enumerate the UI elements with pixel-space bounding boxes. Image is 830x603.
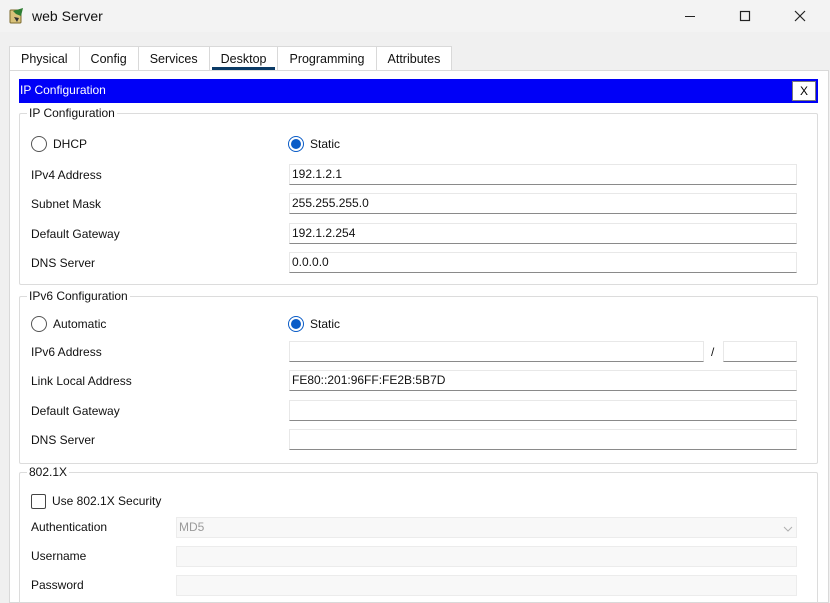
chevron-down-icon [783,522,793,536]
dot1x-section-label: 802.1X [27,465,70,479]
ipv4-section-label: IP Configuration [27,106,117,120]
password-label: Password [31,578,84,592]
ip-configuration-close-button[interactable]: X [792,81,816,101]
title-bar: web Server [0,0,830,32]
ipv4-address-label: IPv4 Address [31,168,102,182]
maximize-button[interactable] [719,0,771,32]
close-button[interactable] [774,0,826,32]
ipv6-section-label: IPv6 Configuration [27,289,130,303]
dhcp-label: DHCP [53,137,88,151]
ipv6-address-field[interactable] [289,341,704,362]
ipv6-address-label: IPv6 Address [31,345,102,359]
ipv4-gateway-field[interactable]: 192.1.2.254 [289,223,797,244]
ipv6-static-radio[interactable] [288,316,304,332]
ipv4-static-label: Static [310,137,341,151]
ipv6-automatic-radio[interactable] [31,316,47,332]
link-local-label: Link Local Address [31,374,132,388]
password-field[interactable] [176,575,797,596]
close-icon [794,10,806,22]
use-8021x-label: Use 802.1X Security [52,494,162,508]
ipv6-gateway-field[interactable] [289,400,797,421]
authentication-select[interactable]: MD5 [176,517,797,538]
tab-physical[interactable]: Physical [9,46,79,70]
prefix-separator: / [711,345,715,359]
ipv4-dns-label: DNS Server [31,256,96,270]
tab-programming[interactable]: Programming [277,46,376,70]
username-label: Username [31,549,87,563]
username-field[interactable] [176,546,797,567]
tab-desktop[interactable]: Desktop [208,46,278,70]
authentication-label: Authentication [31,520,108,534]
ipv6-automatic-label: Automatic [53,317,107,331]
desktop-tab-panel: IP Configuration X IP Configuration DHCP… [9,70,829,603]
minimize-button[interactable] [664,0,716,32]
subnet-mask-label: Subnet Mask [31,197,102,211]
link-local-field[interactable]: FE80::201:96FF:FE2B:5B7D [289,370,797,391]
ipv4-address-field[interactable]: 192.1.2.1 [289,164,797,185]
ipv6-prefix-field[interactable] [723,341,797,362]
subnet-mask-field[interactable]: 255.255.255.0 [289,193,797,214]
ipv6-static-label: Static [310,317,341,331]
ipv4-static-radio[interactable] [288,136,304,152]
ip-configuration-title: IP Configuration [20,83,106,97]
ipv4-dns-field[interactable]: 0.0.0.0 [289,252,797,273]
window-content: Physical Config Services Desktop Program… [0,32,830,603]
ipv6-dns-field[interactable] [289,429,797,450]
use-8021x-checkbox[interactable] [31,494,46,509]
ipv6-gateway-label: Default Gateway [31,404,120,418]
tab-services[interactable]: Services [137,46,209,70]
ipv4-gateway-label: Default Gateway [31,227,120,241]
window-title: web Server [32,8,103,24]
minimize-icon [685,16,695,17]
ip-configuration-header: IP Configuration X [19,79,818,103]
maximize-icon [739,10,751,22]
tab-attributes[interactable]: Attributes [375,46,453,70]
app-icon [8,7,26,25]
ipv6-dns-label: DNS Server [31,433,96,447]
tab-config[interactable]: Config [78,46,138,70]
dhcp-radio[interactable] [31,136,47,152]
tab-bar: Physical Config Services Desktop Program… [9,46,453,70]
